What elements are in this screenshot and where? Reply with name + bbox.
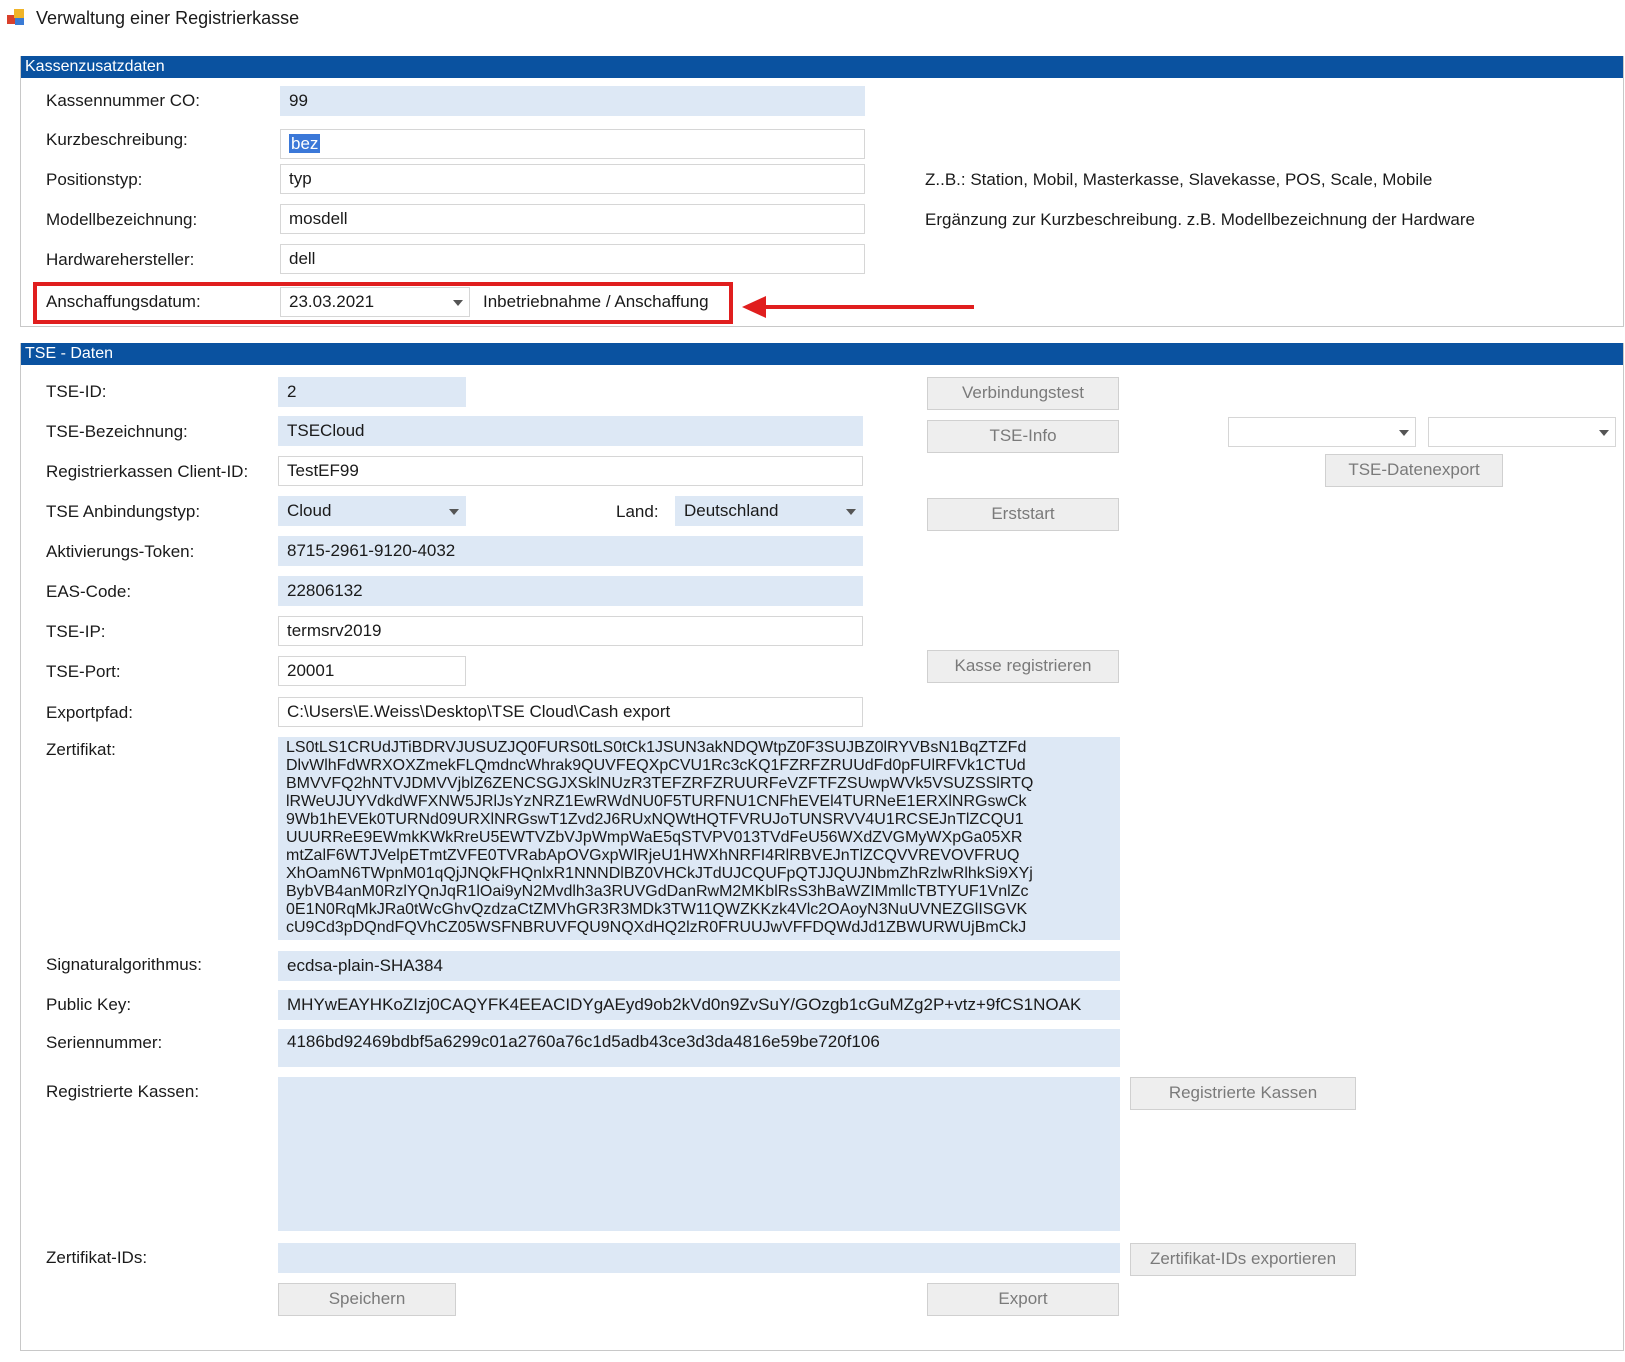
positionstyp-hint: Z..B.: Station, Mobil, Masterkasse, Slav… — [925, 170, 1433, 189]
export-range-select-1[interactable] — [1228, 417, 1416, 447]
registrierte-kassen-button[interactable]: Registrierte Kassen — [1130, 1077, 1356, 1110]
kassennummer-field[interactable]: 99 — [280, 86, 865, 116]
tse-datenexport-button[interactable]: TSE-Datenexport — [1325, 454, 1503, 487]
chevron-down-icon[interactable] — [1599, 430, 1609, 436]
anbindungstyp-label: TSE Anbindungstyp: — [46, 502, 201, 521]
tse-bezeichnung-label: TSE-Bezeichnung: — [46, 422, 188, 441]
anbindungstyp-value: Cloud — [287, 501, 332, 520]
zertifikat-line: mtZalF6WTJVelpETmtZVFE0TVRabApOVGxpWlRje… — [286, 847, 1020, 864]
tse-bezeichnung-field[interactable]: TSECloud — [278, 416, 863, 446]
zertifikat-line: lRWeUJUYVdkdWFXNW5JRlJsYzNRZ1EwRWdNU0F5T… — [286, 793, 1027, 810]
tse-ip-field[interactable]: termsrv2019 — [278, 616, 863, 646]
land-value: Deutschland — [684, 501, 779, 520]
seriennummer-label: Seriennummer: — [46, 1033, 163, 1052]
tse-daten-header: TSE - Daten — [21, 343, 1623, 365]
zertifikat-label: Zertifikat: — [46, 740, 116, 759]
tse-id-label: TSE-ID: — [46, 382, 107, 401]
zertifikat-textarea[interactable]: LS0tLS1CRUdJTiBDRVJUSUZJQ0FURS0tLS0tCk1J… — [278, 737, 1120, 940]
seriennummer-value: 4186bd92469bdbf5a6299c01a2760a76c1d5adb4… — [287, 1032, 880, 1051]
anbindungstyp-select[interactable]: Cloud — [278, 496, 466, 526]
zertifikat-line: BMVVFQ2hNTVJDMVVjblZ6ZENCSGJXSklNUzR3TEF… — [286, 775, 1034, 792]
anschaffungsdatum-datepicker[interactable]: 23.03.2021 — [280, 287, 470, 317]
speichern-button[interactable]: Speichern — [278, 1283, 456, 1316]
zertifikat-line: 9Wb1hEVEk0TURNd09URXlNRGswT1Zvd2J6RUxNQW… — [286, 811, 1024, 828]
zertifikat-line: BybVB4anM0RzlYQnJqR1lOai9yN2Mvdlh3a3RUVG… — [286, 883, 1029, 900]
title-bar: Verwaltung einer Registrierkasse — [0, 0, 1625, 38]
signaturalgorithmus-label: Signaturalgorithmus: — [46, 955, 202, 974]
kassennummer-label: Kassennummer CO: — [46, 91, 200, 110]
positionstyp-label: Positionstyp: — [46, 170, 143, 189]
hardwarehersteller-field[interactable]: dell — [280, 244, 865, 274]
public-key-field[interactable]: MHYwEAYHKoZIzj0CAQYFK4EEACIDYgAEyd9ob2kV… — [278, 990, 1120, 1020]
zertifikat-line: XhOamN6TWpnM01qQjJNQkFHQnlxR1NNNDlBZ0VHC… — [286, 865, 1033, 882]
seriennummer-field[interactable]: 4186bd92469bdbf5a6299c01a2760a76c1d5adb4… — [278, 1029, 1120, 1067]
land-label: Land: — [616, 502, 659, 521]
zertifikat-ids-exportieren-button[interactable]: Zertifikat-IDs exportieren — [1130, 1243, 1356, 1276]
modellbezeichnung-label: Modellbezeichnung: — [46, 210, 198, 229]
anschaffungsdatum-hint: Inbetriebnahme / Anschaffung — [483, 292, 709, 311]
hardwarehersteller-label: Hardwarehersteller: — [46, 250, 195, 269]
positionstyp-field[interactable]: typ — [280, 164, 865, 194]
exportpfad-label: Exportpfad: — [46, 703, 133, 722]
eas-code-field[interactable]: 22806132 — [278, 576, 863, 606]
zertifikat-ids-label: Zertifikat-IDs: — [46, 1248, 148, 1267]
exportpfad-field[interactable]: C:\Users\E.Weiss\Desktop\TSE Cloud\Cash … — [278, 697, 863, 727]
export-button[interactable]: Export — [927, 1283, 1119, 1316]
erststart-button[interactable]: Erststart — [927, 498, 1119, 531]
tse-port-label: TSE-Port: — [46, 662, 121, 681]
aktivierungs-token-field[interactable]: 8715-2961-9120-4032 — [278, 536, 863, 566]
chevron-down-icon[interactable] — [846, 509, 856, 515]
chevron-down-icon[interactable] — [449, 509, 459, 515]
kasse-registrieren-button[interactable]: Kasse registrieren — [927, 650, 1119, 683]
chevron-down-icon[interactable] — [1399, 430, 1409, 436]
registrierte-kassen-label: Registrierte Kassen: — [46, 1082, 200, 1101]
anschaffungsdatum-value: 23.03.2021 — [289, 292, 375, 311]
public-key-label: Public Key: — [46, 995, 132, 1014]
export-range-select-2[interactable] — [1428, 417, 1616, 447]
zertifikat-line: DlvWlhFdWRXOXZmekFLQmdncWhrak9QUVFEQXpCV… — [286, 757, 1026, 774]
aktivierungs-token-label: Aktivierungs-Token: — [46, 542, 195, 561]
modellbezeichnung-hint: Ergänzung zur Kurzbeschreibung. z.B. Mod… — [925, 210, 1475, 229]
verbindungstest-button[interactable]: Verbindungstest — [927, 377, 1119, 410]
tse-id-field[interactable]: 2 — [278, 377, 466, 407]
zertifikat-ids-field[interactable] — [278, 1243, 1120, 1273]
client-id-field[interactable]: TestEF99 — [278, 456, 863, 486]
window-title: Verwaltung einer Registrierkasse — [36, 8, 300, 28]
modellbezeichnung-field[interactable]: mosdell — [280, 204, 865, 234]
kurzbeschreibung-label: Kurzbeschreibung: — [46, 130, 188, 149]
client-id-label: Registrierkassen Client-ID: — [46, 462, 249, 481]
kurzbeschreibung-field[interactable]: bez — [280, 129, 865, 159]
zertifikat-line: LS0tLS1CRUdJTiBDRVJUSUZJQ0FURS0tLS0tCk1J… — [286, 739, 1027, 756]
signaturalgorithmus-field[interactable]: ecdsa-plain-SHA384 — [278, 951, 1120, 981]
zertifikat-line: cU9Cd3pDQndFQVhCZ05WSFNBRUVFQU9NQXdHQ2lz… — [286, 919, 1027, 936]
anschaffungsdatum-label: Anschaffungsdatum: — [46, 292, 201, 311]
kurzbeschreibung-value: bez — [289, 134, 321, 153]
app-icon — [6, 8, 26, 26]
land-select[interactable]: Deutschland — [675, 496, 863, 526]
zertifikat-line: UUURReE9EWmkKWkRreU5EWTVZbVJpWmpWaE5qSTV… — [286, 829, 1023, 846]
tse-info-button[interactable]: TSE-Info — [927, 420, 1119, 453]
registrierte-kassen-list[interactable] — [278, 1077, 1120, 1231]
eas-code-label: EAS-Code: — [46, 582, 132, 601]
tse-port-field[interactable]: 20001 — [278, 656, 466, 686]
zertifikat-line: 0E1N0RqMkJRa0tWcGhvQzdzaCtZMVhGR3R3MDk3T… — [286, 901, 1028, 918]
kassenzusatzdaten-header: Kassenzusatzdaten — [21, 56, 1623, 78]
annotation-arrow-icon — [742, 296, 974, 318]
tse-ip-label: TSE-IP: — [46, 622, 106, 641]
chevron-down-icon[interactable] — [453, 300, 463, 306]
